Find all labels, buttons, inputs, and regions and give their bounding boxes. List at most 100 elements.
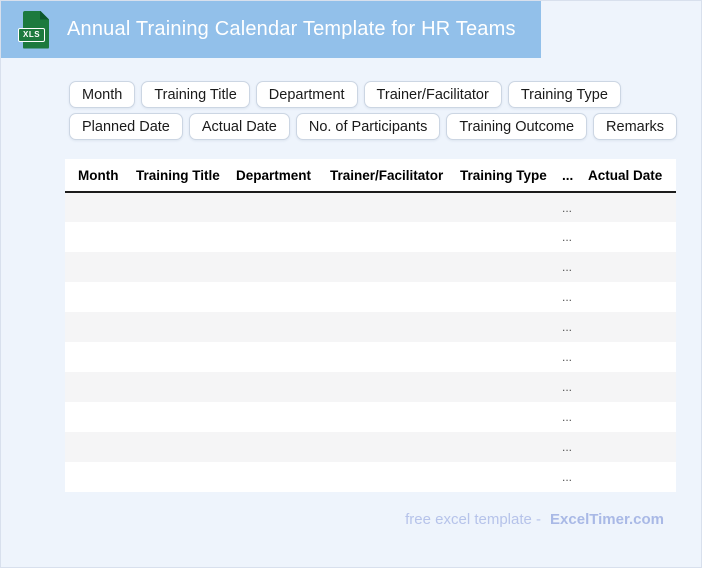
table-cell [447,282,549,312]
table-cell [123,222,223,252]
table-cell [123,372,223,402]
table-cell [65,252,123,282]
xls-file-icon: XLS [18,10,50,50]
table-cell: ... [562,290,573,304]
table-cell: ... [562,230,573,244]
table-cell [575,222,676,252]
table-row: ... [65,312,676,342]
table-cell [447,432,549,462]
table-row: ... [65,252,676,282]
table-cell [575,252,676,282]
table-cell [65,342,123,372]
table-cell [223,432,317,462]
table-cell [575,192,676,222]
column-header-month: Month [65,159,123,193]
table-row: ... [65,462,676,492]
table-cell [317,282,447,312]
table-cell [447,402,549,432]
table-cell: ... [562,470,573,484]
table-cell [223,282,317,312]
table-cell [223,462,317,492]
table-cell [123,342,223,372]
table-cell [65,312,123,342]
chip-remarks[interactable]: Remarks [593,113,678,140]
table-cell [447,192,549,222]
table-cell [447,342,549,372]
footer: free excel template - ExcelTimer.com [1,511,701,528]
table-cell [575,432,676,462]
table-row: ... [65,342,676,372]
table-cell [123,462,223,492]
table-cell [123,252,223,282]
table-cell [223,192,317,222]
table-cell [123,312,223,342]
chip-row-1: Month Training Title Department Trainer/… [69,81,677,108]
table-cell [223,402,317,432]
table-cell [575,402,676,432]
table-cell [123,192,223,222]
chip-planned-date[interactable]: Planned Date [69,113,183,140]
table-cell [223,252,317,282]
column-header-actual-date: Actual Date [575,159,676,193]
table-cell [317,432,447,462]
table-cell [447,252,549,282]
chip-training-type[interactable]: Training Type [507,81,621,108]
table-cell [317,312,447,342]
xls-badge: XLS [18,27,46,42]
table-cell: ... [562,320,573,334]
table-cell [575,342,676,372]
table-cell [317,462,447,492]
table-cell: ... [562,380,573,394]
chip-training-title[interactable]: Training Title [141,81,250,108]
table-cell [575,282,676,312]
table-cell: ... [562,260,573,274]
table-cell [447,222,549,252]
table-cell [65,462,123,492]
chip-department[interactable]: Department [255,81,358,108]
table-cell: ... [562,350,573,364]
table-cell [123,402,223,432]
page-title: Annual Training Calendar Template for HR… [67,18,516,40]
table-row: ... [65,282,676,312]
table-cell [317,192,447,222]
header-banner: XLS Annual Training Calendar Template fo… [1,1,541,58]
table-cell [65,282,123,312]
chip-trainer-facilitator[interactable]: Trainer/Facilitator [363,81,502,108]
table-cell [447,462,549,492]
table-cell [447,312,549,342]
chip-training-outcome[interactable]: Training Outcome [446,113,588,140]
table-cell [575,312,676,342]
footer-brand-link[interactable]: ExcelTimer.com [550,511,664,528]
chip-month[interactable]: Month [69,81,136,108]
chip-actual-date[interactable]: Actual Date [188,113,290,140]
table-cell [65,192,123,222]
table-cell: ... [562,410,573,424]
field-chips: Month Training Title Department Trainer/… [69,81,678,140]
table-row: ... [65,222,676,252]
table-cell [223,372,317,402]
column-header-training-type: Training Type [447,159,549,193]
column-header-training-title: Training Title [123,159,223,193]
table-cell [223,222,317,252]
table-cell [317,402,447,432]
table-cell [223,312,317,342]
table-cell [317,372,447,402]
table-cell [65,372,123,402]
table-cell [575,462,676,492]
table-row: ... [65,402,676,432]
column-header-department: Department [223,159,317,193]
table-cell [317,342,447,372]
table-cell [65,432,123,462]
footer-text: free excel template - [405,511,542,528]
table-cell: ... [562,440,573,454]
table-cell [123,432,223,462]
table-row: ... [65,432,676,462]
chip-no-of-participants[interactable]: No. of Participants [295,113,441,140]
table-body: .............................. [65,192,676,492]
table-cell [223,342,317,372]
table-cell [317,222,447,252]
table-row: ... [65,192,676,222]
table-cell [65,222,123,252]
table-cell [575,372,676,402]
table-cell [123,282,223,312]
